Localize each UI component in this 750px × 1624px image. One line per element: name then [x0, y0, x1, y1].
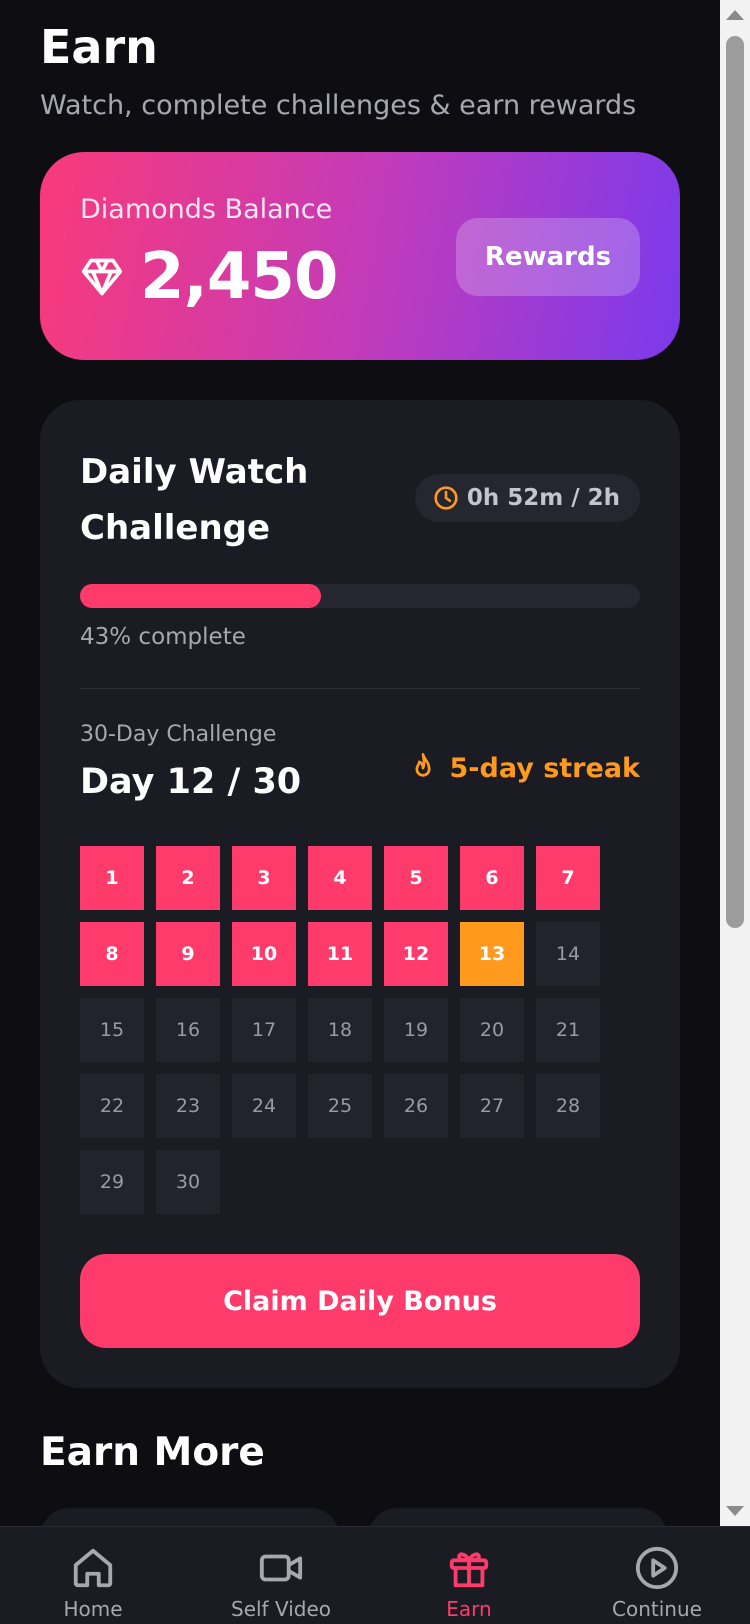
day-cell: 9 — [156, 922, 220, 986]
day-cell: 23 — [156, 1074, 220, 1138]
nav-earn-label: Earn — [446, 1597, 492, 1621]
nav-earn[interactable]: Earn — [394, 1545, 544, 1621]
challenge-title: Daily Watch Challenge — [80, 452, 309, 548]
play-circle-icon — [635, 1546, 679, 1590]
nav-home[interactable]: Home — [18, 1545, 168, 1621]
day-cell: 13 — [460, 922, 524, 986]
home-icon — [73, 1548, 113, 1588]
progress-fill — [80, 584, 321, 608]
balance-label: Diamonds Balance — [80, 194, 333, 225]
video-icon — [259, 1554, 303, 1582]
page-title: Earn — [40, 20, 158, 74]
day-cell: 16 — [156, 998, 220, 1062]
balance-value: 2,450 — [140, 240, 338, 314]
timer-text: 0h 52m / 2h — [466, 485, 620, 511]
nav-self-video[interactable]: Self Video — [206, 1545, 356, 1621]
day-cell: 28 — [536, 1074, 600, 1138]
day-cell: 15 — [80, 998, 144, 1062]
day-cell: 26 — [384, 1074, 448, 1138]
day-cell: 10 — [232, 922, 296, 986]
day-cell: 22 — [80, 1074, 144, 1138]
day-cell: 8 — [80, 922, 144, 986]
day-cell: 7 — [536, 846, 600, 910]
earn-more-title: Earn More — [40, 1430, 265, 1475]
streak-text: 5-day streak — [449, 752, 641, 784]
day-grid: 1 2 3 4 5 6 7 8 9 10 11 12 13 14 15 16 17 18 19 20 21 22 23 24 2… — [80, 846, 610, 1214]
day-cell: 29 — [80, 1150, 144, 1214]
nav-continue[interactable]: Continue — [582, 1545, 732, 1621]
day-cell: 11 — [308, 922, 372, 986]
day-cell: 2 — [156, 846, 220, 910]
day-cell: 17 — [232, 998, 296, 1062]
nav-continue-label: Continue — [612, 1597, 702, 1621]
day-cell: 21 — [536, 998, 600, 1062]
day-cell: 19 — [384, 998, 448, 1062]
scroll-thumb[interactable] — [726, 36, 744, 928]
day-cell: 24 — [232, 1074, 296, 1138]
day-cell: 5 — [384, 846, 448, 910]
gift-icon — [449, 1552, 489, 1588]
day-cell: 4 — [308, 846, 372, 910]
page-subtitle: Watch, complete challenges & earn reward… — [40, 90, 637, 121]
thirty-day-label: 30-Day Challenge — [80, 722, 277, 747]
watch-timer-badge: 0h 52m / 2h — [414, 474, 640, 522]
scroll-up-arrow-icon[interactable] — [726, 10, 744, 20]
nav-self-video-label: Self Video — [231, 1597, 331, 1621]
scroll-down-arrow-icon[interactable] — [726, 1506, 744, 1516]
day-cell: 20 — [460, 998, 524, 1062]
day-cell: 14 — [536, 922, 600, 986]
day-cell: 1 — [80, 846, 144, 910]
day-cell: 25 — [308, 1074, 372, 1138]
claim-daily-bonus-button[interactable]: Claim Daily Bonus — [80, 1254, 640, 1348]
day-cell: 12 — [384, 922, 448, 986]
day-cell: 27 — [460, 1074, 524, 1138]
watch-progress-bar — [80, 584, 640, 608]
streak-badge: 5-day streak — [408, 752, 641, 784]
progress-text: 43% complete — [80, 624, 246, 650]
bottom-nav: Home Self Video Earn Continue — [0, 1526, 750, 1624]
divider — [80, 688, 640, 689]
daily-watch-challenge-card: Daily Watch Challenge 0h 52m / 2h 43% co… — [40, 400, 680, 1388]
diamond-icon — [81, 258, 123, 296]
day-cell: 18 — [308, 998, 372, 1062]
day-cell: 3 — [232, 846, 296, 910]
earn-screen: Earn Watch, complete challenges & earn r… — [0, 0, 750, 1624]
rewards-button[interactable]: Rewards — [456, 218, 640, 296]
nav-home-label: Home — [63, 1597, 123, 1621]
day-cell: 6 — [460, 846, 524, 910]
scrollbar[interactable] — [720, 0, 750, 1526]
day-cell: 30 — [156, 1150, 220, 1214]
diamond-balance-card: Diamonds Balance 2,450 Rewards — [40, 152, 680, 360]
flame-icon — [414, 753, 431, 777]
current-day: Day 12 / 30 — [80, 762, 302, 802]
clock-icon — [434, 486, 458, 510]
